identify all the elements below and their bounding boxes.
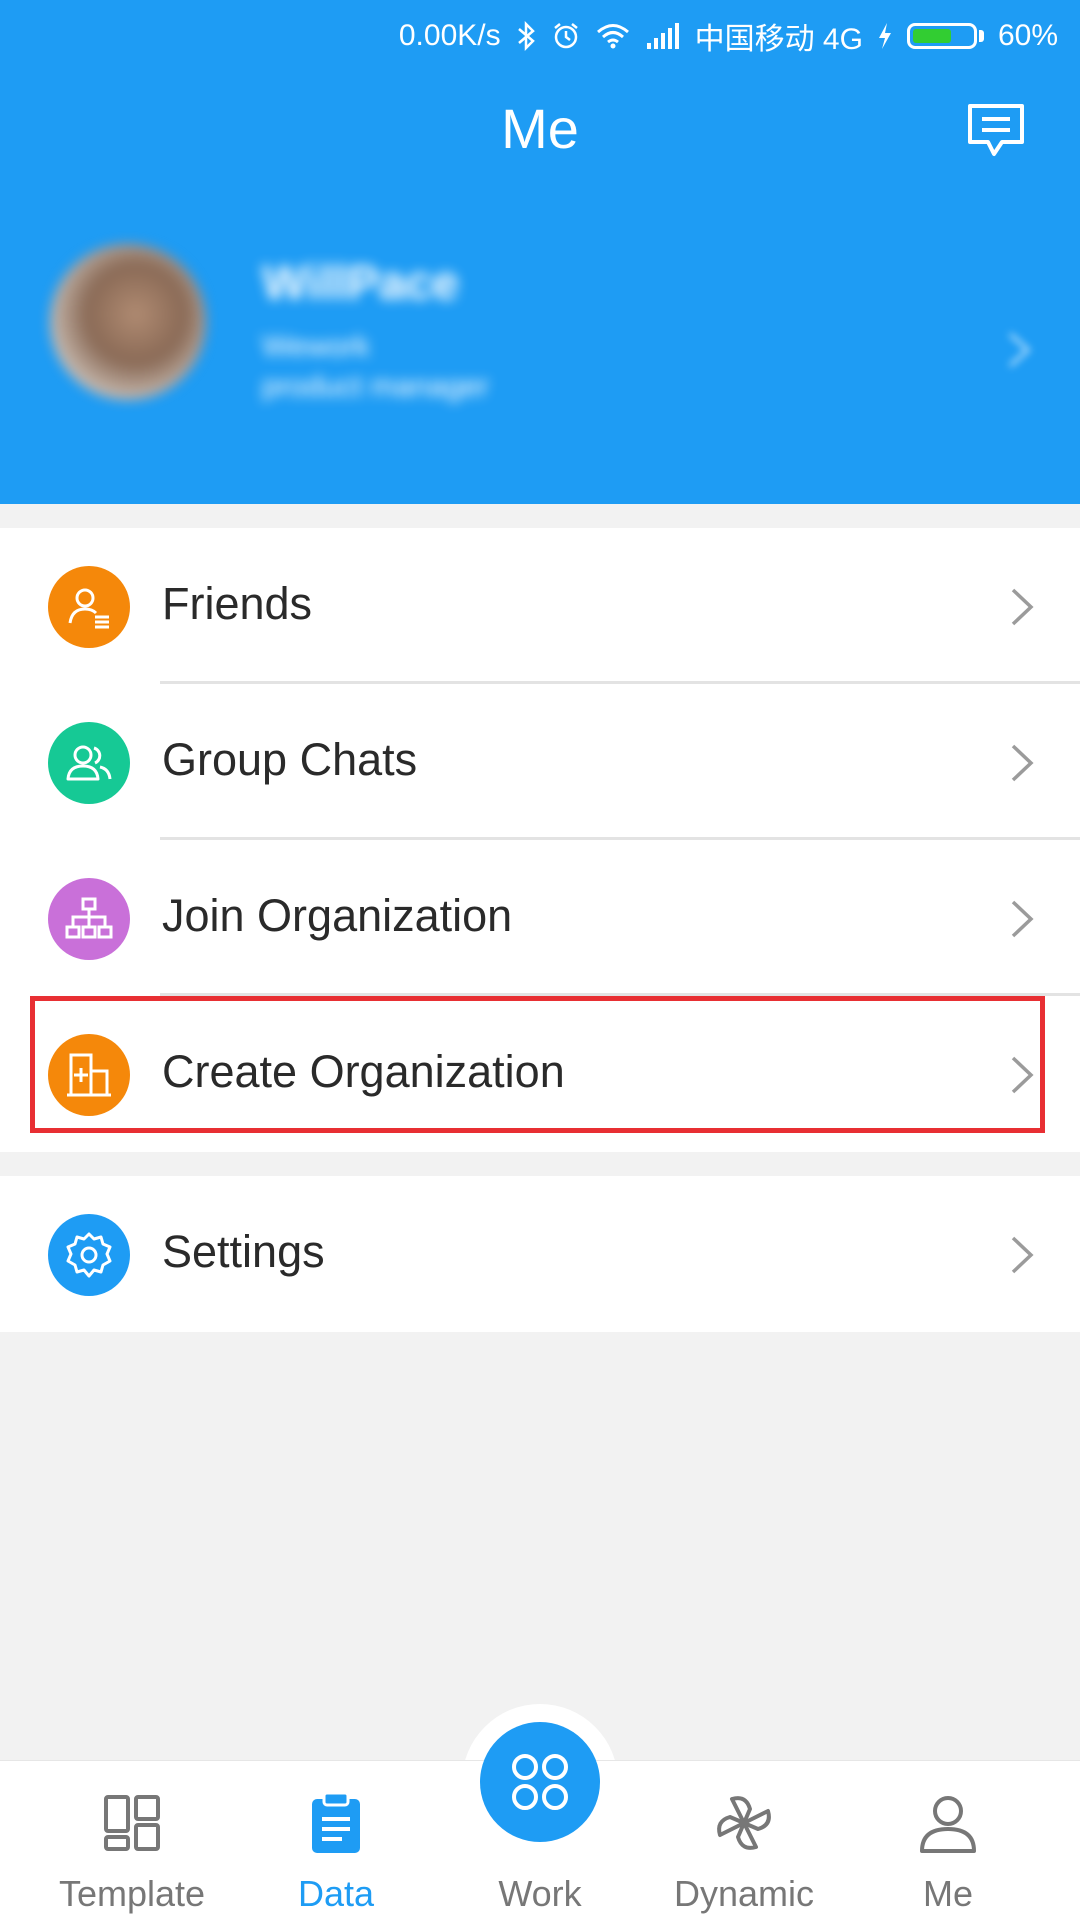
header: 0.00K/s 中国移动 4G 60% Me WillPace Wework p… bbox=[0, 0, 1080, 504]
person-icon bbox=[920, 1796, 976, 1853]
create-building-icon bbox=[48, 1034, 130, 1116]
org-chart-icon bbox=[48, 878, 130, 960]
carrier-label: 中国移动 4G bbox=[694, 23, 863, 56]
tab-label-work: Work bbox=[498, 1873, 582, 1914]
settings-gear-icon bbox=[48, 1214, 130, 1296]
menu-label-friends: Friends bbox=[162, 578, 313, 629]
status-bar: 0.00K/s 中国移动 4G 60% bbox=[0, 0, 1080, 62]
friends-icon bbox=[48, 566, 130, 648]
tab-label-data: Data bbox=[297, 1873, 375, 1914]
charging-icon bbox=[877, 21, 893, 51]
menu-label-join-organization: Join Organization bbox=[162, 890, 513, 941]
group-chats-icon bbox=[48, 722, 130, 804]
menu-group-main: Friends Group Chats Join Organization Cr… bbox=[0, 528, 1080, 1152]
menu-label-group-chats: Group Chats bbox=[162, 734, 418, 785]
menu-label-create-organization: Create Organization bbox=[162, 1046, 565, 1097]
network-speed: 0.00K/s bbox=[398, 19, 501, 52]
profile-company: Wework bbox=[262, 330, 370, 363]
bluetooth-icon bbox=[515, 21, 537, 51]
tab-label-me: Me bbox=[922, 1873, 973, 1914]
work-button[interactable] bbox=[480, 1722, 600, 1842]
clover-icon bbox=[512, 1754, 568, 1810]
chevron-right-icon bbox=[1011, 744, 1034, 782]
menu-item-join-organization[interactable]: Join Organization bbox=[0, 840, 1080, 996]
profile-card[interactable]: WillPace Wework product manager bbox=[0, 220, 1080, 480]
clipboard-icon bbox=[312, 1791, 360, 1853]
battery-icon bbox=[906, 23, 984, 49]
messages-button[interactable] bbox=[964, 102, 1028, 162]
tab-label-template: Template bbox=[58, 1873, 206, 1914]
template-grid-icon bbox=[104, 1795, 160, 1851]
tab-dynamic[interactable]: Dynamic bbox=[636, 1761, 852, 1921]
chevron-right-icon bbox=[1011, 900, 1034, 938]
menu-item-friends[interactable]: Friends bbox=[0, 528, 1080, 684]
wifi-icon bbox=[595, 21, 631, 51]
chevron-right-icon bbox=[1011, 588, 1034, 626]
chevron-right-icon bbox=[1011, 1236, 1034, 1274]
tab-label-dynamic: Dynamic bbox=[673, 1873, 815, 1914]
profile-name: WillPace bbox=[262, 257, 459, 310]
chevron-right-icon bbox=[1008, 332, 1032, 368]
tab-data[interactable]: Data bbox=[228, 1761, 444, 1921]
menu-group-settings: Settings bbox=[0, 1176, 1080, 1332]
chevron-right-icon bbox=[1011, 1056, 1034, 1094]
pinwheel-icon bbox=[717, 1796, 771, 1850]
menu-item-group-chats[interactable]: Group Chats bbox=[0, 684, 1080, 840]
menu-item-settings[interactable]: Settings bbox=[0, 1176, 1080, 1332]
alarm-icon bbox=[551, 21, 581, 51]
profile-role: product manager bbox=[262, 370, 489, 403]
signal-icon bbox=[645, 21, 681, 51]
message-icon bbox=[968, 104, 1024, 156]
avatar bbox=[50, 244, 206, 400]
tab-me[interactable]: Me bbox=[840, 1761, 1056, 1921]
page-title: Me bbox=[501, 97, 579, 160]
menu-label-settings: Settings bbox=[162, 1226, 325, 1277]
tab-template[interactable]: Template bbox=[24, 1761, 240, 1921]
menu-item-create-organization[interactable]: Create Organization bbox=[0, 996, 1080, 1152]
battery-percent: 60% bbox=[997, 19, 1058, 52]
